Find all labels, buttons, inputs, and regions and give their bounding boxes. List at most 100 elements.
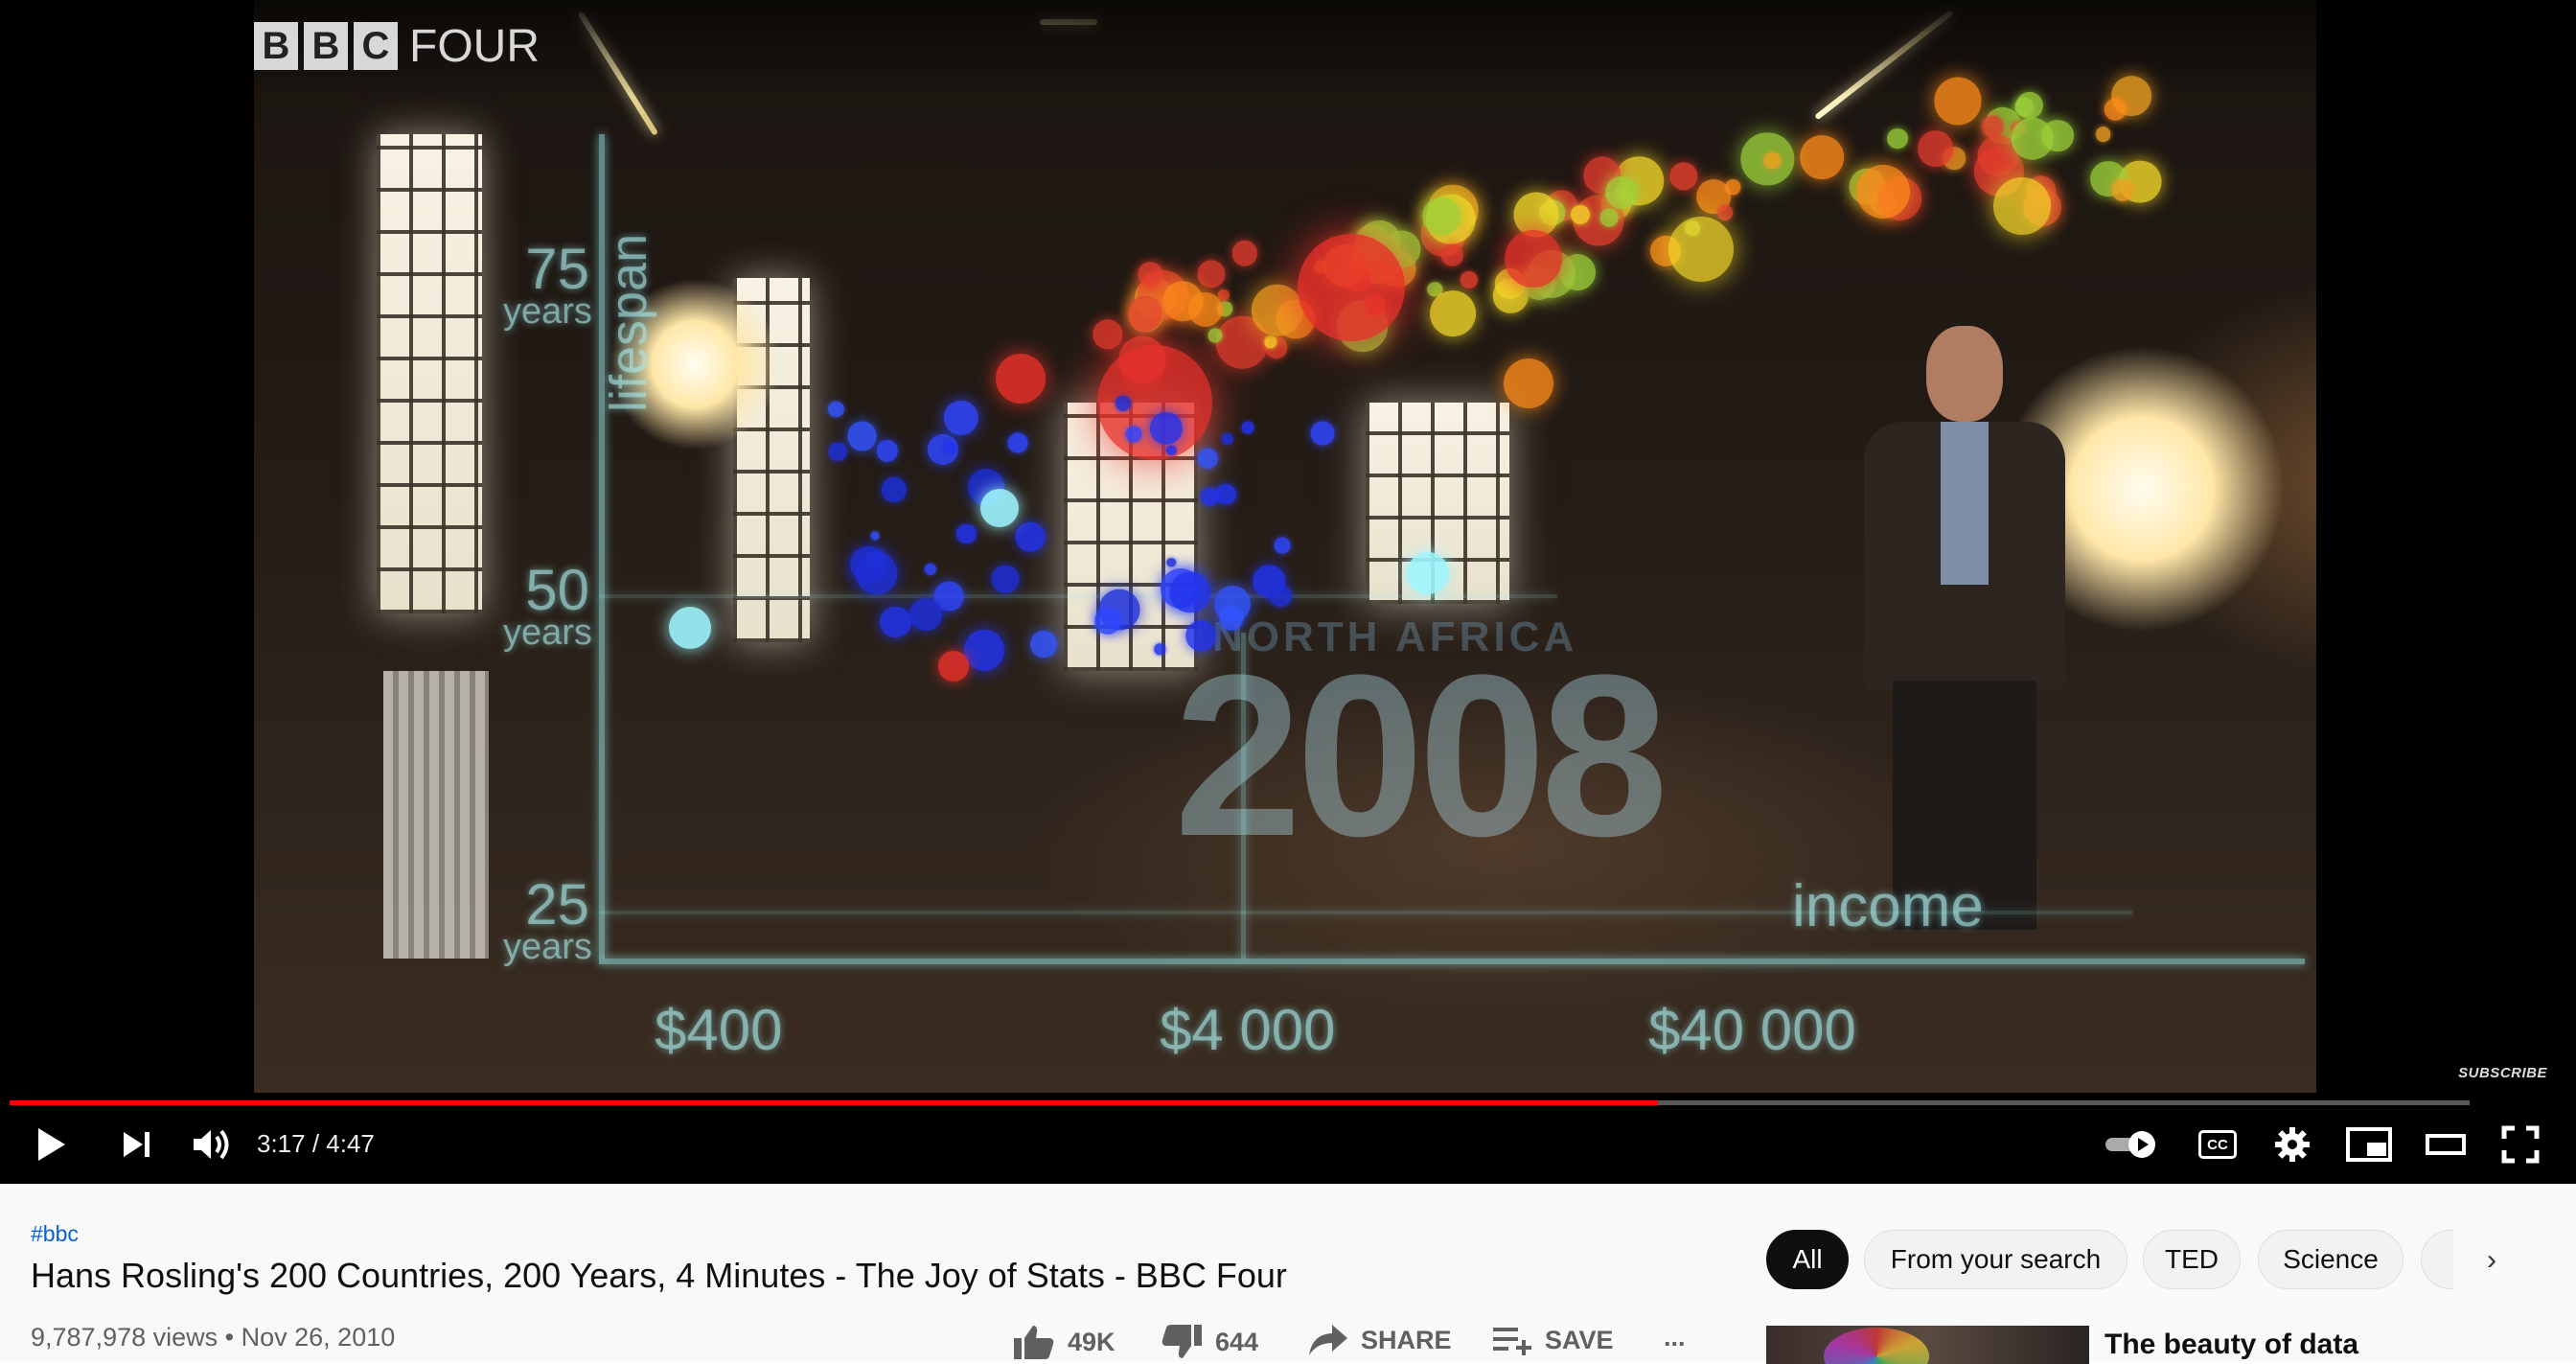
save-button[interactable]: SAVE xyxy=(1491,1323,1614,1357)
view-count: 9,787,978 views xyxy=(31,1323,218,1352)
play-button[interactable] xyxy=(27,1120,77,1169)
country-bubble xyxy=(1015,521,1046,552)
country-bubble xyxy=(1981,115,2004,138)
view-count-date: 9,787,978 views • Nov 26, 2010 xyxy=(31,1323,395,1352)
country-bubble xyxy=(1605,175,1639,209)
chip-next-button[interactable]: › xyxy=(2463,1237,2520,1284)
video-player[interactable]: NORTH AFRICA 2008 lifespan income 75 year… xyxy=(0,0,2576,1184)
theater-button[interactable] xyxy=(2421,1120,2471,1169)
country-bubble xyxy=(1856,165,1910,219)
country-bubble xyxy=(1198,449,1218,469)
country-bubble xyxy=(1166,557,1176,567)
chip-science[interactable]: Science xyxy=(2258,1230,2404,1289)
volume-button[interactable] xyxy=(186,1120,240,1169)
country-bubble xyxy=(2104,98,2127,121)
recommendation-title[interactable]: The beauty of data xyxy=(2104,1329,2358,1361)
country-bubble xyxy=(1219,606,1244,631)
country-bubble xyxy=(1092,319,1123,350)
country-bubble xyxy=(1887,127,1909,150)
playlist-add-icon xyxy=(1493,1328,1531,1355)
country-bubble xyxy=(1215,483,1237,505)
chip-all[interactable]: All xyxy=(1766,1230,1849,1289)
country-bubble xyxy=(943,401,978,436)
y-tick-25: 25 years xyxy=(503,872,592,967)
country-bubble xyxy=(876,440,899,462)
chip-ted[interactable]: TED xyxy=(2143,1230,2241,1289)
captions-button[interactable]: CC xyxy=(2195,1120,2241,1169)
chevron-right-icon: › xyxy=(2487,1244,2496,1276)
country-bubble xyxy=(1440,244,1463,266)
subscribe-watermark[interactable]: SUBSCRIBE xyxy=(2458,1065,2547,1081)
year-label: 2008 xyxy=(1174,627,1668,884)
miniplayer-button[interactable] xyxy=(2344,1120,2394,1169)
cc-icon: CC xyxy=(2198,1130,2237,1159)
country-bubble xyxy=(880,606,911,637)
progress-bar[interactable] xyxy=(10,1100,2470,1105)
y-axis-label: lifespan xyxy=(600,233,657,412)
country-bubble xyxy=(1185,620,1216,652)
x-gridline xyxy=(1241,633,1246,959)
country-bubble xyxy=(1717,204,1734,220)
window-left xyxy=(377,134,482,613)
country-bubble xyxy=(856,552,898,594)
country-bubble xyxy=(1208,328,1223,343)
country-bubble xyxy=(1993,177,2051,235)
autoplay-toggle[interactable] xyxy=(2101,1120,2162,1169)
more-actions-button[interactable]: ... xyxy=(1664,1323,1686,1352)
time-display: 3:17 / 4:47 xyxy=(257,1129,375,1158)
gear-icon xyxy=(2275,1127,2310,1162)
y-tick-50: 50 years xyxy=(503,558,592,653)
like-button[interactable]: 49K xyxy=(1012,1323,1116,1361)
separator: • xyxy=(224,1323,235,1352)
share-button[interactable]: SHARE xyxy=(1307,1323,1452,1357)
miniplayer-icon xyxy=(2346,1127,2392,1162)
video-title: Hans Rosling's 200 Countries, 200 Years,… xyxy=(31,1256,1287,1295)
next-icon xyxy=(124,1132,150,1157)
country-bubble xyxy=(2112,179,2134,201)
x-tick-400: $400 xyxy=(655,998,783,1062)
country-bubble xyxy=(1505,230,1562,288)
country-bubble xyxy=(996,354,1046,404)
country-bubble xyxy=(1571,204,1591,224)
share-icon xyxy=(1309,1325,1347,1355)
country-bubble xyxy=(963,630,1005,671)
country-bubble xyxy=(1800,134,1844,179)
fullscreen-button[interactable] xyxy=(2496,1120,2545,1169)
ceiling xyxy=(254,0,2316,96)
country-bubble xyxy=(924,563,937,575)
video-frame[interactable]: NORTH AFRICA 2008 lifespan income 75 year… xyxy=(254,0,2316,1093)
country-bubble xyxy=(1274,537,1291,554)
country-bubble xyxy=(1669,162,1698,191)
country-bubble xyxy=(938,651,969,682)
hashtag-link[interactable]: #bbc xyxy=(31,1221,79,1247)
country-bubble xyxy=(870,531,880,541)
volume-icon xyxy=(194,1129,229,1160)
presenter xyxy=(1835,326,2104,930)
country-bubble xyxy=(1197,260,1226,289)
country-bubble xyxy=(1169,570,1211,613)
next-button[interactable] xyxy=(111,1120,161,1169)
country-bubble xyxy=(1200,487,1219,506)
country-bubble xyxy=(881,477,907,503)
x-axis-label: income xyxy=(1792,873,1984,939)
country-bubble xyxy=(1311,421,1335,446)
country-bubble xyxy=(992,565,1020,593)
bbc-four-logo: B B C FOUR xyxy=(254,21,540,72)
chip-from-your-search[interactable]: From your search xyxy=(1864,1230,2128,1289)
country-bubble xyxy=(1162,281,1204,321)
recommendation-thumbnail[interactable] xyxy=(1766,1326,2089,1364)
country-bubble xyxy=(1221,432,1234,445)
country-bubble xyxy=(2095,127,2111,143)
progress-played xyxy=(10,1100,1658,1105)
country-bubble xyxy=(847,421,877,451)
upload-date: Nov 26, 2010 xyxy=(241,1323,396,1352)
country-bubble xyxy=(1270,585,1292,608)
country-bubble xyxy=(1231,240,1258,266)
settings-button[interactable] xyxy=(2271,1120,2313,1169)
more-icon: ... xyxy=(1664,1323,1686,1352)
country-bubble xyxy=(669,607,711,649)
dislike-button[interactable]: 644 xyxy=(1160,1323,1258,1361)
country-bubble xyxy=(1407,552,1449,594)
country-bubble xyxy=(828,401,844,417)
country-bubble xyxy=(1668,217,1734,282)
